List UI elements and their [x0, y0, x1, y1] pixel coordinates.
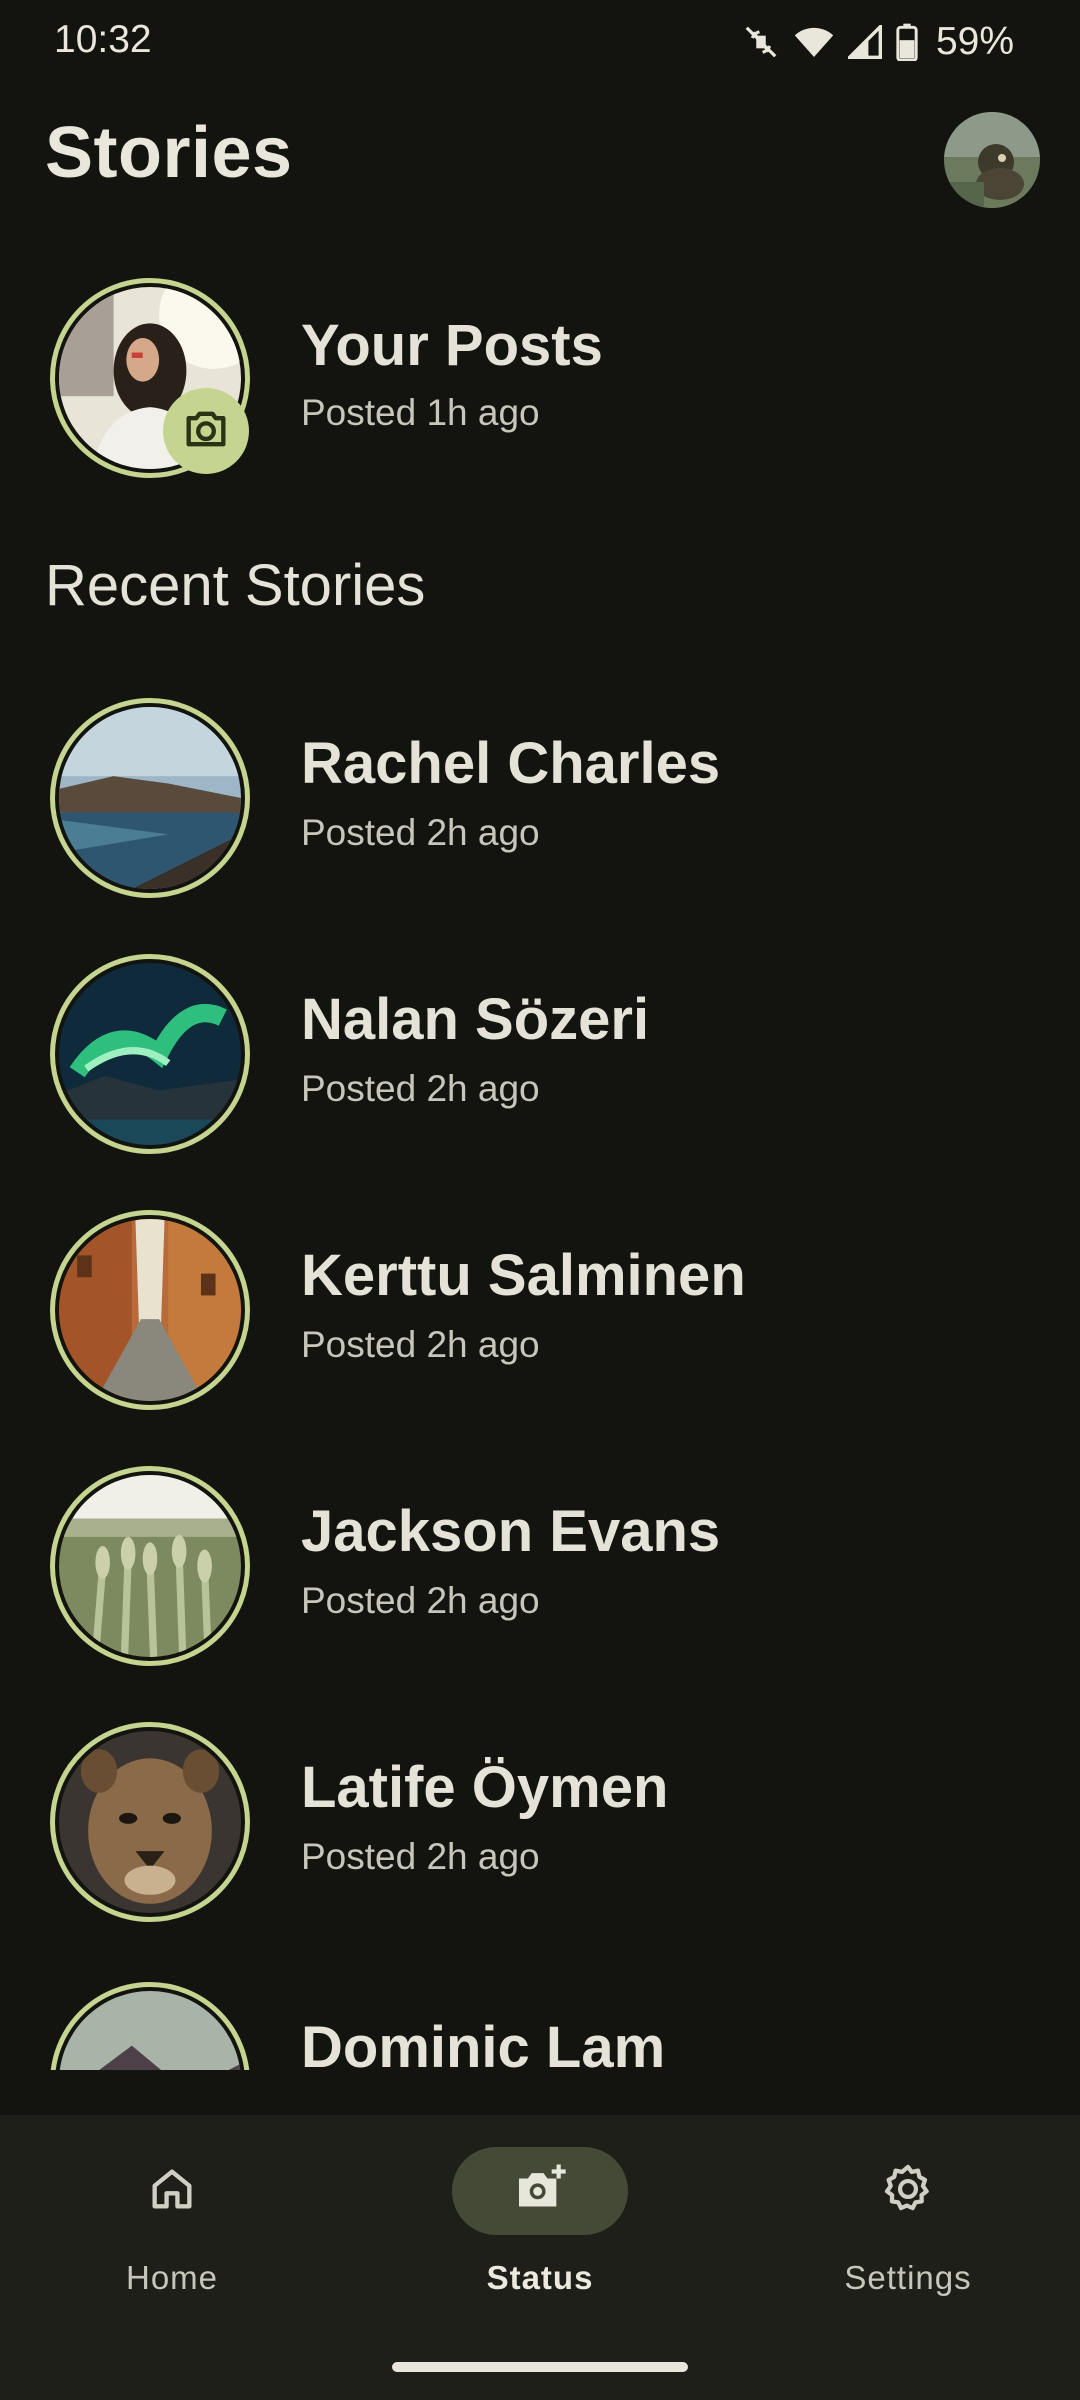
nav-item-status[interactable]: Status [420, 2147, 660, 2307]
story-row-kerttu-salminen[interactable]: Kerttu Salminen Posted 2h ago [0, 1202, 1080, 1432]
page-title: Stories [45, 113, 293, 193]
story-avatar [50, 1722, 250, 1922]
nav-pill [84, 2147, 260, 2235]
battery-percent: 59% [935, 20, 1014, 63]
gear-icon [880, 2161, 936, 2222]
story-name: Latife Öymen [301, 1755, 669, 1820]
gesture-home-indicator[interactable] [392, 2362, 688, 2372]
story-name: Kerttu Salminen [301, 1243, 746, 1308]
story-avatar [50, 954, 250, 1154]
story-avatar [50, 698, 250, 898]
nav-pill-active [452, 2147, 628, 2235]
recent-stories-heading: Recent Stories [45, 553, 426, 618]
nav-label: Settings [844, 2259, 972, 2296]
story-time: Posted 1h ago [301, 392, 540, 433]
mute-vibrate-icon [742, 23, 780, 61]
story-time: Posted 2h ago [301, 1836, 540, 1877]
story-row-rachel-charles[interactable]: Rachel Charles Posted 2h ago [0, 690, 1080, 920]
signal-icon [847, 25, 882, 59]
story-row-latife-oymen[interactable]: Latife Öymen Posted 2h ago [0, 1714, 1080, 1944]
your-posts-row[interactable]: Your Posts Posted 1h ago [0, 268, 1080, 498]
nav-item-settings[interactable]: Settings [788, 2147, 1028, 2307]
story-name: Jackson Evans [301, 1499, 721, 1564]
story-row-nalan-sozeri[interactable]: Nalan Sözeri Posted 2h ago [0, 946, 1080, 1176]
story-name: Your Posts [301, 313, 603, 378]
home-icon [146, 2163, 198, 2220]
story-row-dominic-lam[interactable]: Dominic Lam [0, 1970, 1080, 2070]
story-time: Posted 2h ago [301, 812, 540, 853]
story-name: Nalan Sözeri [301, 987, 650, 1052]
story-time: Posted 2h ago [301, 1324, 540, 1365]
nav-label-active: Status [486, 2259, 594, 2296]
story-name: Rachel Charles [301, 731, 721, 796]
status-bar: 10:32 59% [0, 0, 1080, 84]
story-row-jackson-evans[interactable]: Jackson Evans Posted 2h ago [0, 1458, 1080, 1688]
nav-label: Home [125, 2259, 219, 2296]
story-avatar [50, 1210, 250, 1410]
bottom-navigation: Home Status Settings [0, 2115, 1080, 2400]
camera-icon [180, 403, 232, 460]
camera-badge[interactable] [163, 388, 249, 474]
battery-icon [896, 23, 918, 61]
story-avatar [50, 1466, 250, 1666]
status-time: 10:32 [54, 18, 152, 61]
add-photo-icon [512, 2161, 568, 2222]
profile-avatar[interactable] [944, 112, 1040, 208]
nav-pill [820, 2147, 996, 2235]
story-avatar [50, 1982, 250, 2070]
status-icons: 59% [742, 18, 1014, 66]
story-time: Posted 2h ago [301, 1068, 540, 1109]
story-name: Dominic Lam [301, 2015, 666, 2070]
nav-item-home[interactable]: Home [52, 2147, 292, 2307]
story-time: Posted 2h ago [301, 1580, 540, 1621]
wifi-icon [794, 24, 834, 60]
